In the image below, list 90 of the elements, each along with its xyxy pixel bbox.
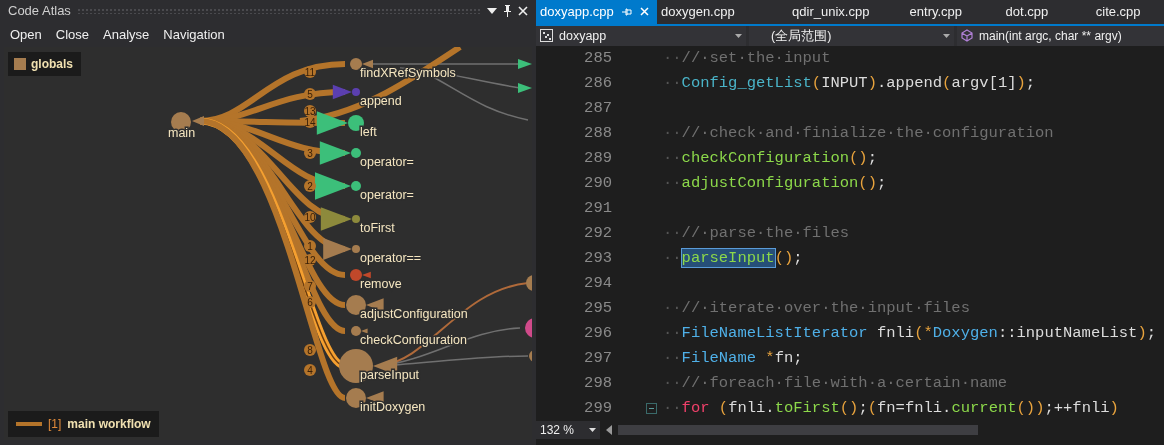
workflow-name: main workflow <box>67 416 151 433</box>
file-tab[interactable]: doxygen.cpp <box>656 0 773 24</box>
function-label[interactable]: left <box>360 125 377 139</box>
function-label[interactable]: remove <box>360 277 402 291</box>
line-number: 292 <box>583 222 612 244</box>
arrow-icon <box>518 59 532 69</box>
function-node[interactable] <box>332 84 360 100</box>
function-node[interactable] <box>320 207 360 231</box>
line-number: 297 <box>583 347 612 369</box>
project-name: doxyapp <box>559 27 608 45</box>
file-tab[interactable]: dot.cpp <box>985 0 1076 24</box>
zoom-dropdown[interactable]: 132 % <box>536 421 600 440</box>
scope-dropdown[interactable]: (全局范围) <box>749 25 954 46</box>
file-tab[interactable]: entry.cpp <box>889 0 986 24</box>
function-label[interactable]: operator= <box>360 155 414 169</box>
line-number: 299 <box>583 397 612 419</box>
function-node[interactable] <box>350 58 373 70</box>
line-number: 293 <box>583 247 612 269</box>
caret-icon <box>943 33 950 38</box>
call-order-badge: 1 <box>304 240 316 252</box>
code-line: ··checkConfiguration(); <box>663 147 877 169</box>
caret-icon <box>589 428 596 433</box>
call-order-badge: 13 <box>304 105 316 117</box>
function-label[interactable]: operator= <box>360 188 414 202</box>
pin-icon[interactable] <box>503 5 512 17</box>
line-number: 294 <box>583 272 612 294</box>
call-order-badge: 14 <box>304 116 316 128</box>
line-number: 289 <box>583 147 612 169</box>
arrow-icon <box>518 83 532 93</box>
code-line: ··//·set·the·input <box>663 47 831 69</box>
line-number: 290 <box>583 172 612 194</box>
menu-item[interactable]: Analyse <box>103 24 150 45</box>
line-number: 298 <box>583 372 612 394</box>
scroll-left-icon[interactable] <box>606 425 612 436</box>
function-label[interactable]: operator== <box>360 251 422 265</box>
call-order-badge: 4 <box>304 364 316 376</box>
line-number: 287 <box>583 97 612 119</box>
panel-title: Code Atlas <box>8 2 71 21</box>
menu-item[interactable]: Navigation <box>163 24 225 45</box>
menu-item[interactable]: Close <box>55 24 90 45</box>
line-number: 286 <box>583 72 612 94</box>
call-order-badge: 10 <box>304 211 316 223</box>
menu-item[interactable]: Open <box>10 24 42 45</box>
external-node <box>526 275 532 291</box>
code-line: ··FileName *fn; <box>663 347 803 369</box>
code-line: ··//·iterate·over·the·input·files <box>663 297 970 319</box>
code-line: ··//·parse·the·files <box>663 222 850 244</box>
dropdown-icon[interactable] <box>487 8 497 14</box>
call-order-badge: 11 <box>304 66 316 78</box>
file-tab[interactable]: cite.cpp <box>1075 0 1164 24</box>
function-node[interactable] <box>315 172 361 200</box>
code-line: ··FileNameListIterator fnli(*Doxygen::inputNameList); <box>663 322 1157 344</box>
function-node[interactable] <box>351 326 368 336</box>
zoom-value: 132 % <box>540 422 575 440</box>
line-number: 285 <box>583 47 612 69</box>
scrollbar-thumb[interactable] <box>618 425 978 436</box>
code-line: ··adjustConfiguration(); <box>663 172 887 194</box>
project-dropdown[interactable]: doxyapp <box>536 25 746 46</box>
call-order-badge: 7 <box>304 280 316 292</box>
code-line: ··//·foreach·file·with·a·certain·name <box>663 372 1008 394</box>
line-number: 295 <box>583 297 612 319</box>
scope-label: globals <box>31 56 73 73</box>
code-line: ··//·check·and·finialize·the·configuration <box>663 122 1054 144</box>
line-number: 288 <box>583 122 612 144</box>
workflow-index: [1] <box>48 416 62 433</box>
collapse-icon[interactable] <box>646 402 657 414</box>
member-name: main(int argc, char ** argv) <box>979 27 1123 45</box>
function-node[interactable] <box>319 141 361 165</box>
caret-icon <box>735 33 742 38</box>
function-node[interactable] <box>350 269 371 281</box>
code-line: ··for (fnli.toFirst();(fn=fnli.current());++fnli) <box>663 397 1119 419</box>
line-number: 296 <box>583 322 612 344</box>
file-tab[interactable]: qdir_unix.cpp <box>772 0 890 24</box>
function-label[interactable]: toFirst <box>360 221 395 235</box>
close-icon[interactable] <box>518 6 528 16</box>
member-dropdown[interactable]: main(int argc, char ** argv) <box>957 25 1164 46</box>
call-order-badge: 2 <box>304 180 316 192</box>
function-label[interactable]: initDoxygen <box>360 400 426 414</box>
call-order-badge: 8 <box>304 344 316 356</box>
function-node[interactable] <box>323 238 360 260</box>
cube-icon <box>961 29 973 43</box>
line-number: 291 <box>583 197 612 219</box>
call-order-badge: 12 <box>304 254 316 266</box>
call-order-badge: 6 <box>304 296 316 308</box>
call-order-badge: 3 <box>304 147 316 159</box>
code-line: ··Config_getList(INPUT).append(argv[1]); <box>663 72 1036 94</box>
project-icon <box>540 29 553 43</box>
function-label[interactable]: main <box>168 126 196 140</box>
call-order-badge: 5 <box>304 88 316 100</box>
scope-name: (全局范围) <box>771 27 833 45</box>
